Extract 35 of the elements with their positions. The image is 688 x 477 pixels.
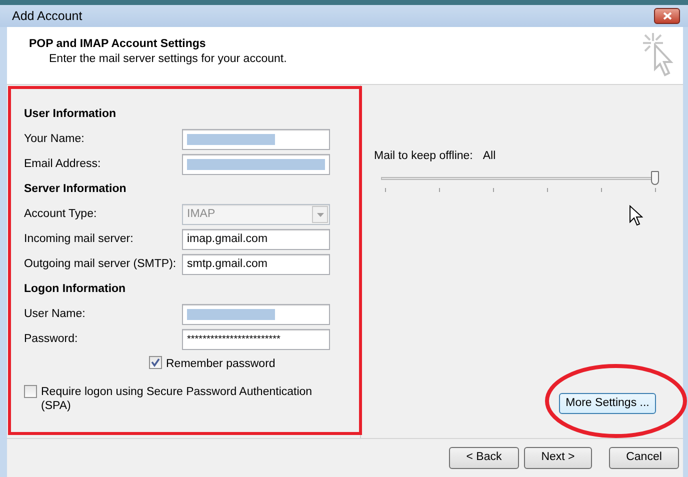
close-icon [662, 12, 672, 20]
close-button[interactable] [654, 8, 680, 24]
account-type-dropdown: IMAP [182, 204, 330, 225]
window-title: Add Account [12, 8, 82, 25]
section-heading: Server Information [24, 182, 128, 197]
field-label: Outgoing mail server (SMTP): [24, 256, 178, 272]
password-field[interactable]: ************************ [182, 329, 330, 350]
dialog-button[interactable]: < Back [449, 447, 519, 469]
checkbox[interactable] [149, 356, 162, 369]
page-subtitle: Enter the mail server settings for your account. [48, 52, 288, 67]
field-label: Account Type: [24, 206, 98, 222]
checkbox-label[interactable]: Require logon using Secure Password Authentication (SPA) [41, 385, 324, 414]
field-label: Your Name: [24, 132, 86, 147]
slider-label: Mail to keep offline: [374, 149, 473, 164]
section-heading: User Information [24, 106, 118, 122]
field-label: User Name: [24, 306, 86, 322]
field-label: Incoming mail server: [24, 232, 134, 247]
page-heading: POP and IMAP Account Settings [29, 37, 207, 52]
field-label: Password: [24, 332, 79, 347]
slider-thumb[interactable] [651, 171, 659, 186]
checkbox-label[interactable]: Remember password [166, 356, 276, 374]
slider-value: All [482, 149, 496, 164]
mouse-cursor-icon [629, 205, 643, 227]
dialog-button[interactable]: Next > [524, 447, 592, 469]
field-label: Email Address: [24, 156, 102, 172]
input-field[interactable] [182, 129, 330, 150]
input-field[interactable] [182, 304, 330, 325]
dialog-button[interactable]: Cancel [609, 447, 679, 469]
input-field[interactable]: imap.gmail.com [182, 229, 330, 250]
caret-icon [316, 212, 324, 216]
input-field[interactable]: smtp.gmail.com [182, 254, 330, 275]
input-field[interactable] [182, 154, 330, 175]
section-heading: Logon Information [24, 282, 127, 297]
more-settings-button[interactable]: More Settings ... [559, 393, 656, 414]
checkbox[interactable] [24, 385, 37, 398]
